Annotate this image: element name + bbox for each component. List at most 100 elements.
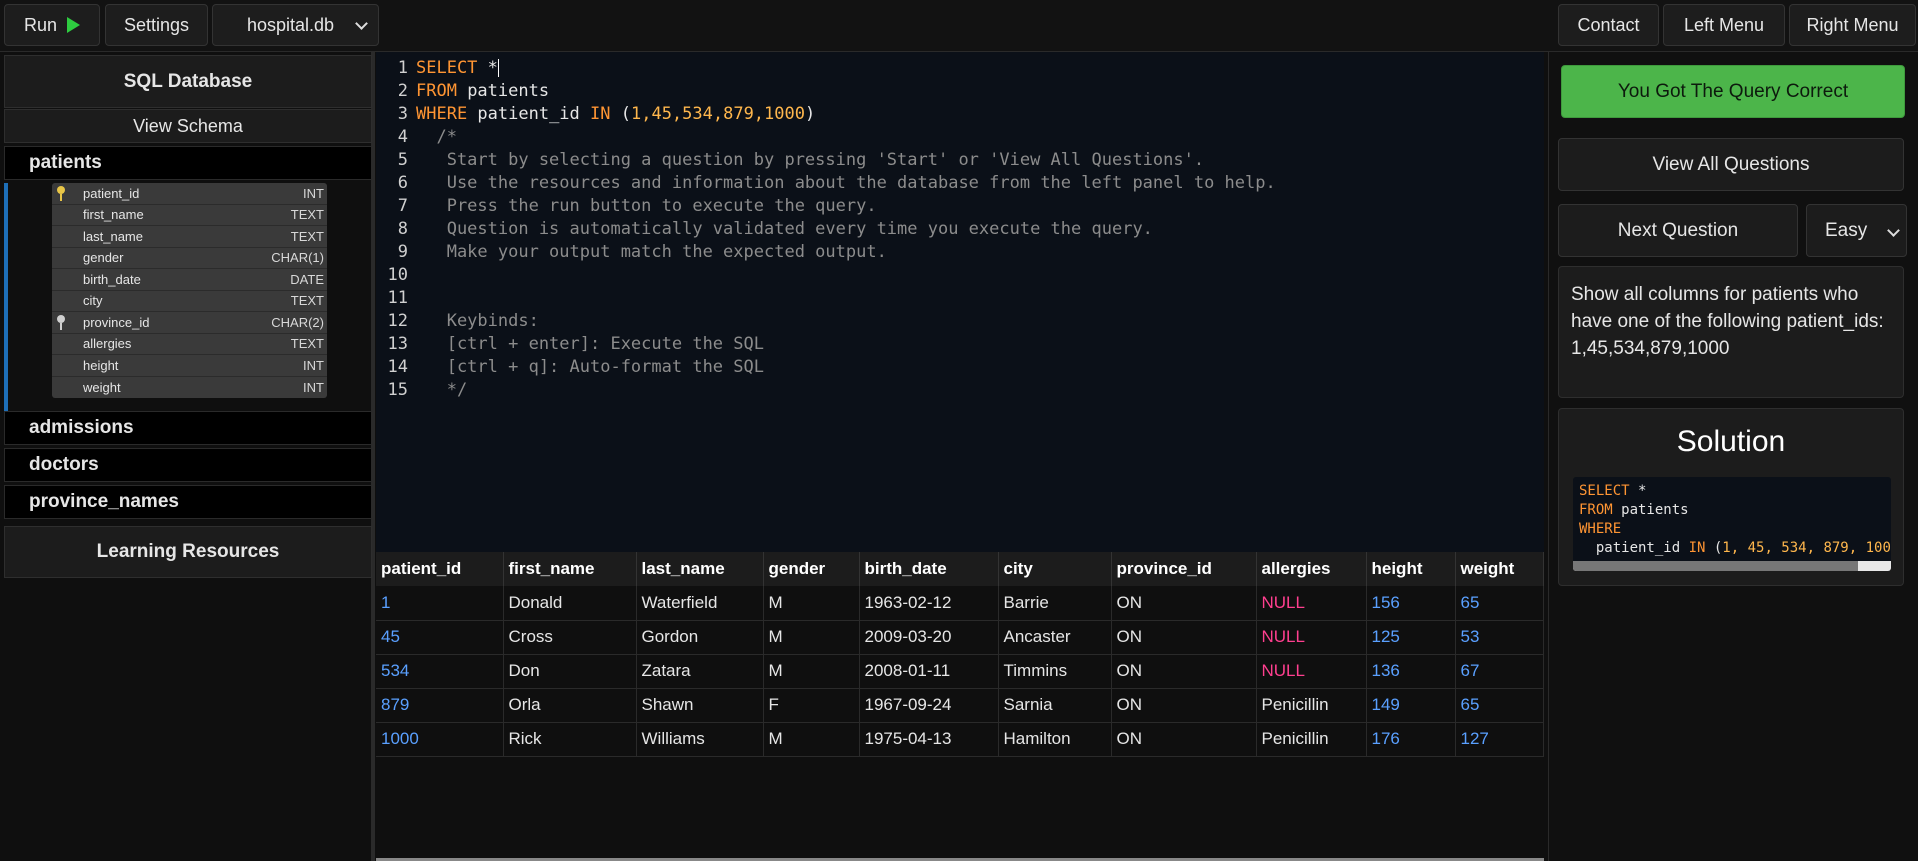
code-text: patients: [1612, 502, 1689, 518]
column-name: gender: [83, 250, 124, 266]
column-header: birth_date: [859, 552, 999, 586]
code-comment: */: [416, 380, 468, 400]
next-question-button[interactable]: Next Question: [1558, 204, 1798, 257]
line-number: 10: [387, 265, 408, 285]
cell: NULL: [1256, 586, 1367, 621]
query-correct-status: You Got The Query Correct: [1561, 65, 1905, 118]
sql-keyword: IN: [1688, 540, 1706, 556]
code-text: patient_id: [1579, 540, 1689, 556]
column-header: weight: [1455, 552, 1544, 586]
line-number: 1: [397, 58, 408, 78]
code-comment: [416, 264, 1536, 287]
database-select[interactable]: hospital.db: [212, 4, 379, 46]
status-label: You Got The Query Correct: [1617, 80, 1849, 102]
cell: Gordon: [636, 620, 764, 655]
view-all-questions-button[interactable]: View All Questions: [1558, 138, 1904, 191]
table-name: doctors: [29, 454, 99, 475]
view-all-questions-label: View All Questions: [1652, 153, 1810, 175]
cell: 136: [1366, 654, 1456, 689]
view-schema-button[interactable]: View Schema: [4, 109, 372, 143]
table-item-patients[interactable]: patients: [4, 146, 372, 180]
code-line: FROM patients: [416, 80, 1536, 103]
schema-column: last_name TEXT: [52, 226, 327, 248]
cell: 2008-01-11: [859, 654, 999, 689]
code-area[interactable]: SELECT * FROM patients WHERE patient_id …: [416, 57, 1536, 402]
settings-button[interactable]: Settings: [105, 4, 208, 46]
left-menu-button[interactable]: Left Menu: [1663, 4, 1785, 46]
results-panel: patient_id first_name last_name gender b…: [376, 552, 1544, 861]
table-row: 879 Orla Shawn F 1967-09-24 Sarnia ON Pe…: [376, 688, 1544, 723]
learning-resources-label: Learning Resources: [96, 541, 280, 562]
column-type: DATE: [290, 271, 324, 287]
column-header: province_id: [1111, 552, 1257, 586]
table-item-admissions[interactable]: admissions: [4, 411, 372, 445]
sql-editor[interactable]: 1 2 3 4 5 6 7 8 9 10 11 12 13 14 15 SELE…: [376, 52, 1544, 552]
schema-column: birth_date DATE: [52, 269, 327, 291]
chevron-down-icon: [1887, 224, 1900, 237]
line-number: 11: [387, 288, 408, 308]
cell: 65: [1455, 586, 1544, 621]
schema-column: allergies TEXT: [52, 334, 327, 355]
cell: 156: [1366, 586, 1456, 621]
cell: 1000: [376, 722, 504, 757]
schema-column: weight INT: [52, 377, 327, 399]
line-number: 14: [387, 357, 408, 377]
table-name: admissions: [29, 417, 134, 438]
cell: Williams: [636, 722, 764, 757]
solution-line: FROM patients: [1579, 501, 1885, 520]
column-name: city: [83, 293, 103, 309]
contact-label: Contact: [1577, 14, 1640, 35]
column-type: TEXT: [290, 228, 324, 244]
code-text: *: [477, 58, 498, 78]
right-menu-button[interactable]: Right Menu: [1789, 4, 1916, 46]
code-comment: Use the resources and information about …: [416, 173, 1276, 193]
right-panel: You Got The Query Correct View All Quest…: [1548, 52, 1918, 861]
line-number: 4: [397, 127, 408, 147]
play-icon: [67, 17, 81, 33]
left-menu-label: Left Menu: [1683, 14, 1765, 35]
solution-line: SELECT *: [1579, 482, 1885, 501]
column-header: patient_id: [376, 552, 504, 586]
solution-scrollbar[interactable]: [1573, 561, 1891, 571]
difficulty-value: Easy: [1825, 219, 1868, 241]
next-question-label: Next Question: [1617, 219, 1739, 241]
cell: Hamilton: [998, 722, 1112, 757]
line-number: 9: [397, 242, 408, 262]
table-item-province-names[interactable]: province_names: [4, 485, 372, 519]
cell: Donald: [503, 586, 637, 621]
text-cursor: [497, 59, 499, 77]
foreign-key-icon: [57, 315, 66, 330]
sql-keyword: WHERE: [1579, 521, 1622, 537]
cell: 534: [376, 654, 504, 689]
cell: 127: [1455, 722, 1544, 757]
cell: Waterfield: [636, 586, 764, 621]
column-name: patient_id: [83, 185, 140, 201]
code-text: *: [1629, 483, 1647, 499]
cell: Don: [503, 654, 637, 689]
cell: M: [763, 654, 860, 689]
difficulty-select[interactable]: Easy: [1806, 204, 1907, 257]
code-comment: Press the run button to execute the quer…: [416, 196, 877, 216]
learning-resources-button[interactable]: Learning Resources: [4, 526, 372, 578]
code-numbers: 1, 45, 534, 879, 1000: [1722, 540, 1891, 556]
contact-button[interactable]: Contact: [1558, 4, 1659, 46]
table-row: 1 Donald Waterfield M 1963-02-12 Barrie …: [376, 586, 1544, 621]
run-button[interactable]: Run: [4, 4, 100, 46]
column-name: birth_date: [83, 271, 141, 287]
cell: 1967-09-24: [859, 688, 999, 723]
scrollbar-thumb[interactable]: [1573, 561, 1858, 571]
code-text: patient_id: [467, 104, 591, 124]
code-numbers: 1,45,534,879,1000: [630, 104, 805, 124]
schema-column: gender CHAR(1): [52, 248, 327, 269]
code-comment: [ctrl + enter]: Execute the SQL: [416, 334, 764, 354]
column-header: last_name: [636, 552, 764, 586]
column-type: CHAR(2): [271, 314, 324, 330]
code-line: WHERE patient_id IN (1,45,534,879,1000): [416, 103, 1536, 126]
cell: F: [763, 688, 860, 723]
table-item-doctors[interactable]: doctors: [4, 448, 372, 482]
sidebar-title: SQL Database: [123, 70, 253, 92]
cell: Rick: [503, 722, 637, 757]
line-number: 5: [397, 150, 408, 170]
cell: Shawn: [636, 688, 764, 723]
chevron-down-icon: [355, 17, 368, 30]
